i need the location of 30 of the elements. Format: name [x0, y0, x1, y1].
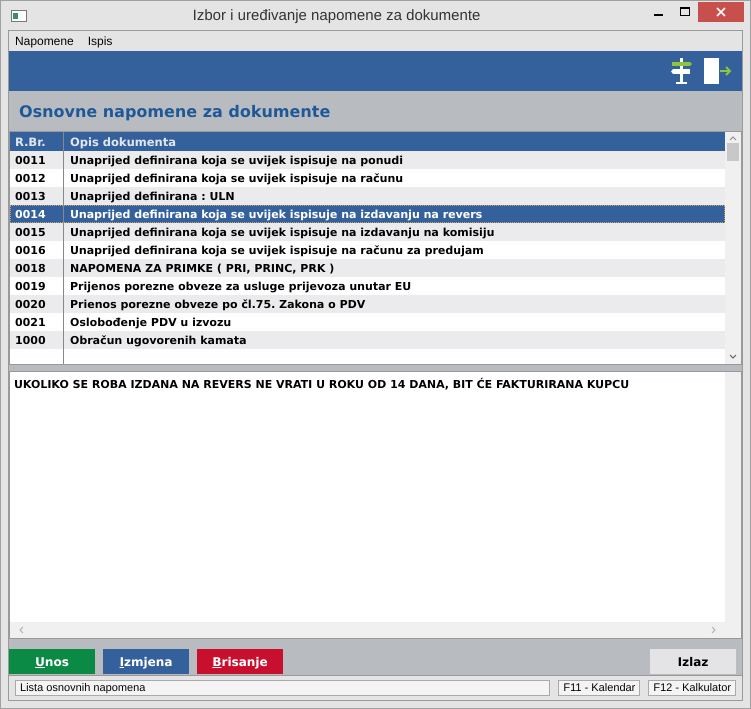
status-text: Lista osnovnih napomena: [15, 680, 550, 696]
close-icon[interactable]: [716, 6, 726, 16]
menu-item[interactable]: Ispis: [88, 34, 112, 48]
column-header[interactable]: R.Br.: [10, 134, 63, 148]
table-row[interactable]: 0014 Unaprijed definirana koja se uvijek ispisuje na izdavanju na revers: [10, 205, 725, 223]
section-title: Osnovne napomene za dokumente: [18, 100, 332, 122]
table-row[interactable]: 0020 Prienos porezne obveze po čl.75. Zakona o PDV: [10, 295, 725, 313]
exit-button[interactable]: Izlaz: [650, 649, 736, 674]
vertical-scrollbar[interactable]: [725, 372, 741, 622]
action-button[interactable]: Unos: [9, 649, 95, 674]
scroll-down-icon[interactable]: [729, 354, 737, 360]
table-row[interactable]: 0011 Unaprijed definirana koja se uvijek ispisuje na ponudi: [10, 151, 725, 169]
status-text: F11 - Kalendar: [558, 680, 640, 696]
action-button[interactable]: Izmjena: [103, 649, 189, 674]
close-button[interactable]: [698, 2, 744, 22]
menu-item[interactable]: Napomene: [15, 34, 74, 48]
app-icon: [11, 10, 27, 22]
exit-door-icon[interactable]: [704, 58, 732, 84]
vertical-scrollbar[interactable]: [725, 132, 741, 364]
table-row[interactable]: 1000 Obračun ugovorenih kamata: [10, 331, 725, 349]
table-row[interactable]: 0013 Unaprijed definirana : ULN: [10, 187, 725, 205]
window-title: Izbor i uređivanje napomene za dokumente: [192, 7, 482, 24]
maximize-icon[interactable]: [680, 6, 690, 16]
status-text: F12 - Kalkulator: [648, 680, 736, 696]
table-row[interactable]: 0015 Unaprijed definirana koja se uvijek ispisuje na izdavanju na komisiju: [10, 223, 725, 241]
signpost-icon[interactable]: [670, 58, 692, 84]
scroll-up-icon[interactable]: [729, 135, 737, 141]
table-row[interactable]: 0018 NAPOMENA ZA PRIMKE ( PRI, PRINC, PRK ): [10, 259, 725, 277]
action-button[interactable]: Brisanje: [197, 649, 283, 674]
scrollbar-thumb[interactable]: [727, 143, 739, 161]
